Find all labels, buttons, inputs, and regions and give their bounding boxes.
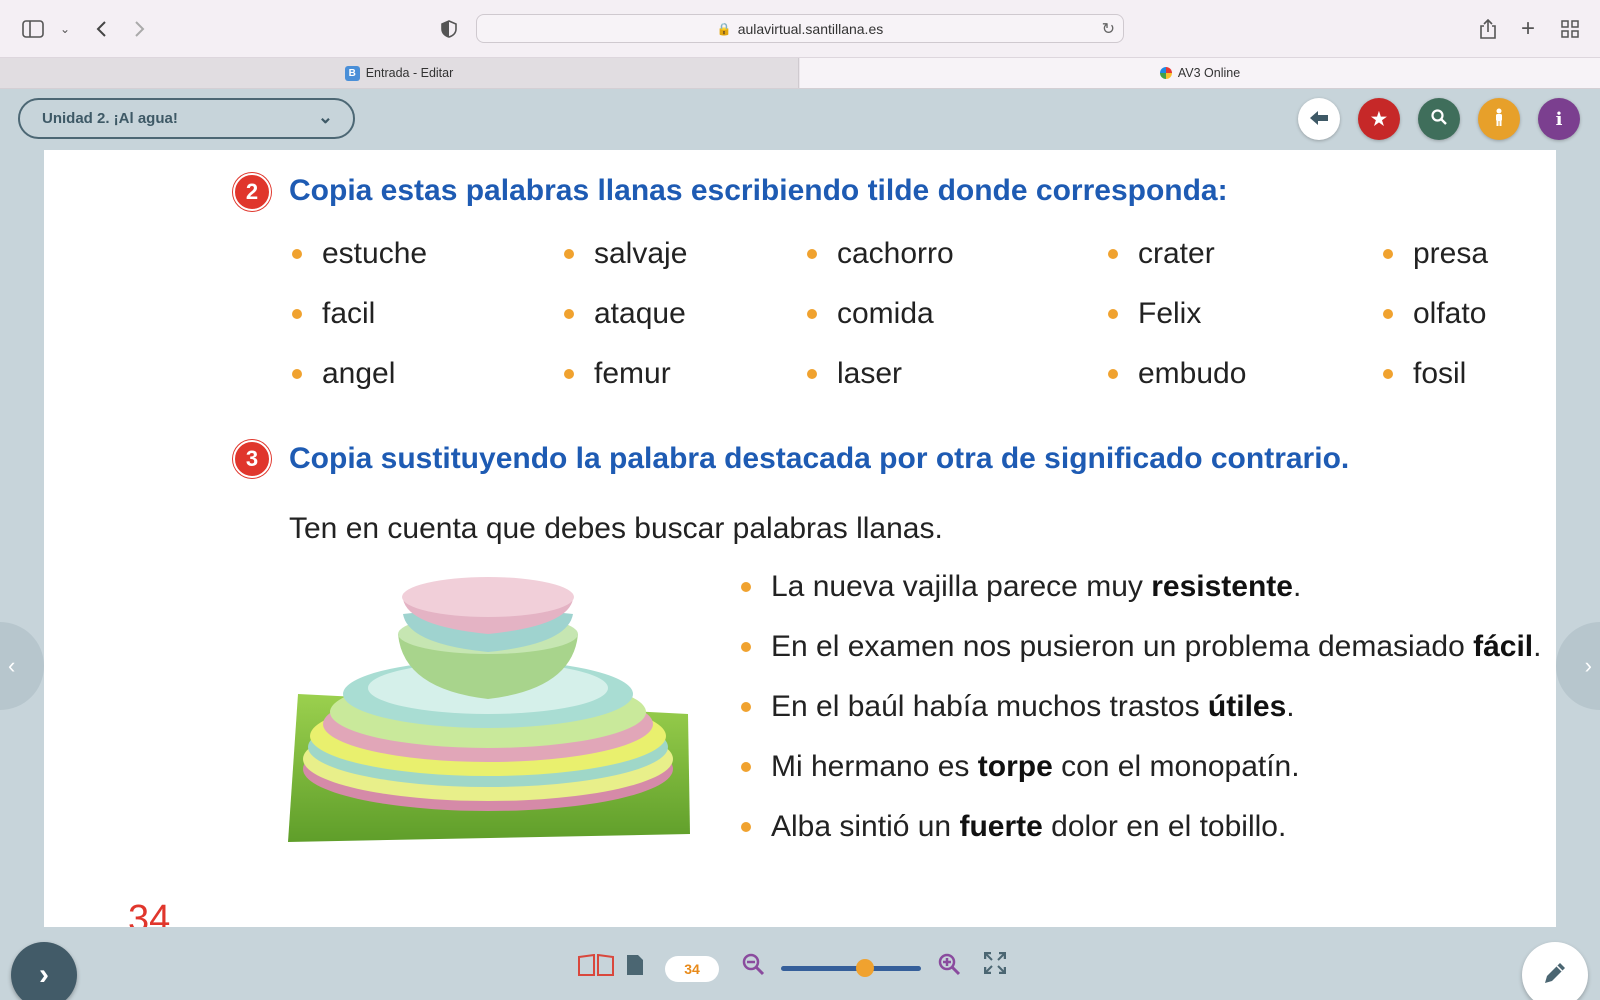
zoom-out-icon[interactable]: [741, 952, 765, 976]
forward-icon[interactable]: [127, 17, 153, 41]
reload-icon[interactable]: ↻: [1102, 19, 1115, 39]
sentence-item: En el baúl había muchos trastos útiles.: [741, 690, 1295, 724]
sentence-item: Alba sintió un fuerte dolor en el tobill…: [741, 810, 1286, 844]
bullet: [564, 309, 574, 319]
pencil-button[interactable]: [1522, 942, 1588, 1000]
chevron-down-icon[interactable]: ⌄: [52, 17, 78, 41]
favorites-button[interactable]: ★: [1358, 98, 1400, 140]
bullet: [1383, 369, 1393, 379]
browser-toolbar: ⌄ 🔒 aulavirtual.santillana.es ↻ +: [0, 0, 1600, 58]
bullet: [1108, 309, 1118, 319]
sentence-item: La nueva vajilla parece muy resistente.: [741, 570, 1301, 604]
word-item: olfato: [1383, 297, 1486, 331]
bullet: [741, 702, 751, 712]
chevron-down-icon: ⌄: [317, 107, 333, 127]
zoom-slider[interactable]: [781, 959, 921, 977]
bullet: [741, 582, 751, 592]
bullet: [1383, 309, 1393, 319]
lock-icon: 🔒: [716, 21, 732, 36]
word-item: salvaje: [564, 237, 687, 271]
unit-selector-label: Unidad 2. ¡Al agua!: [42, 110, 178, 127]
app-area: Unidad 2. ¡Al agua! ⌄ ★ i 2 Copia estas …: [0, 89, 1600, 1000]
word-item: facil: [292, 297, 375, 331]
bullet: [1108, 249, 1118, 259]
chevron-right-icon: ›: [39, 958, 49, 991]
plates-image: [288, 577, 690, 842]
exercise-2-title: Copia estas palabras llanas escribiendo …: [289, 174, 1228, 207]
word-item: presa: [1383, 237, 1488, 271]
double-page-icon[interactable]: [577, 954, 615, 976]
bullet: [564, 369, 574, 379]
chevron-right-icon: ›: [1584, 653, 1592, 678]
bullet: [807, 369, 817, 379]
word-item: comida: [807, 297, 934, 331]
tab-overview-icon[interactable]: [1557, 17, 1583, 41]
tab-strip: B Entrada - Editar AV3 Online: [0, 58, 1600, 89]
word-item: cachorro: [807, 237, 954, 271]
bullet: [292, 309, 302, 319]
page-number: 34: [128, 898, 171, 927]
word-item: femur: [564, 357, 671, 391]
bullet: [1108, 369, 1118, 379]
single-page-icon[interactable]: [626, 954, 644, 976]
word-item: laser: [807, 357, 902, 391]
info-icon: i: [1555, 108, 1563, 130]
share-icon[interactable]: [1475, 17, 1501, 41]
bullet: [741, 642, 751, 652]
bullet: [292, 369, 302, 379]
arrow-left-icon: [1310, 109, 1328, 130]
bottom-toolbar: › 34: [0, 927, 1600, 1000]
next-button[interactable]: ›: [11, 942, 77, 1000]
sidebar-icon[interactable]: [20, 17, 46, 41]
word-item: ataque: [564, 297, 686, 331]
tab-title: Entrada - Editar: [365, 66, 454, 80]
word-item: crater: [1108, 237, 1215, 271]
shield-icon[interactable]: [436, 17, 462, 41]
person-icon: [1493, 108, 1505, 131]
zoom-slider-thumb[interactable]: [856, 959, 874, 977]
exercise-number-2: 2: [233, 173, 271, 211]
star-icon: ★: [1370, 108, 1388, 129]
exercise-number-3: 3: [233, 440, 271, 478]
current-page-indicator[interactable]: 34: [665, 956, 719, 982]
bullet: [807, 249, 817, 259]
word-item: estuche: [292, 237, 427, 271]
book-page: 2 Copia estas palabras llanas escribiend…: [44, 150, 1556, 927]
back-button[interactable]: [1298, 98, 1340, 140]
exercise-3-instruction: Ten en cuenta que debes buscar palabras …: [289, 512, 943, 545]
bullet: [1383, 249, 1393, 259]
bullet: [741, 822, 751, 832]
search-icon: [1431, 108, 1447, 130]
tab-entrada-editar[interactable]: B Entrada - Editar: [0, 58, 799, 88]
fullscreen-icon[interactable]: [984, 952, 1006, 974]
unit-selector[interactable]: Unidad 2. ¡Al agua! ⌄: [18, 98, 355, 139]
tab-title: AV3 Online: [1177, 66, 1241, 80]
word-item: embudo: [1108, 357, 1246, 391]
exercise-3-title: Copia sustituyendo la palabra destacada …: [289, 442, 1350, 475]
blogger-icon: B: [344, 65, 360, 81]
address-bar[interactable]: 🔒 aulavirtual.santillana.es ↻: [476, 14, 1124, 43]
url-text: aulavirtual.santillana.es: [737, 20, 884, 37]
bullet: [292, 249, 302, 259]
word-item: fosil: [1383, 357, 1466, 391]
chevron-left-icon: ‹: [8, 653, 16, 678]
search-button[interactable]: [1418, 98, 1460, 140]
new-tab-icon[interactable]: +: [1515, 15, 1541, 42]
bullet: [741, 762, 751, 772]
pencil-icon: [1540, 958, 1570, 993]
next-page-side-button[interactable]: ›: [1556, 622, 1600, 710]
word-item: Felix: [1108, 297, 1201, 331]
sentence-item: En el examen nos pusieron un problema de…: [741, 630, 1541, 664]
back-icon[interactable]: [88, 17, 114, 41]
av3-icon: [1159, 67, 1172, 79]
word-item: angel: [292, 357, 395, 391]
tab-av3-online[interactable]: AV3 Online: [800, 58, 1600, 88]
sentence-item: Mi hermano es torpe con el monopatín.: [741, 750, 1300, 784]
zoom-in-icon[interactable]: [937, 952, 961, 976]
previous-page-button[interactable]: ‹: [0, 622, 44, 710]
bullet: [564, 249, 574, 259]
info-button[interactable]: i: [1538, 98, 1580, 140]
accessibility-button[interactable]: [1478, 98, 1520, 140]
bullet: [807, 309, 817, 319]
